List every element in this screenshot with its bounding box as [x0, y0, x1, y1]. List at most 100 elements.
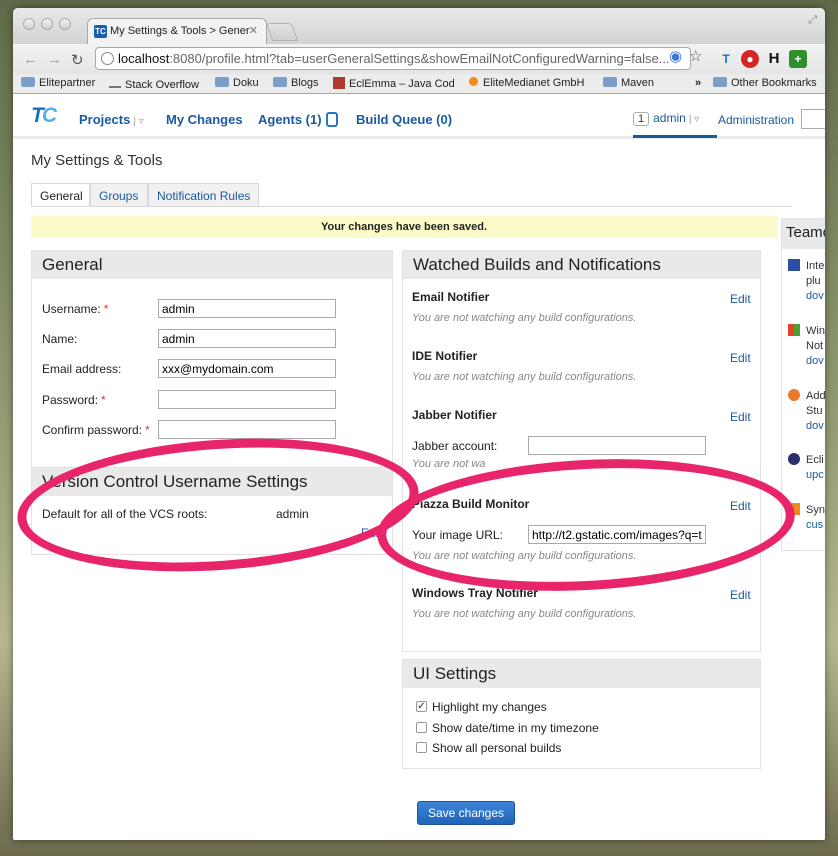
bookmark-doku[interactable]: Doku	[215, 77, 259, 89]
name-field[interactable]	[158, 329, 336, 348]
password-label: Password: *	[42, 393, 106, 407]
url-path: :8080/profile.html?tab=userGeneralSettin…	[169, 51, 670, 66]
username-label: Username: *	[42, 302, 109, 316]
user-dropdown-icon[interactable]: | ▿	[689, 114, 699, 125]
browser-toolbar: ← → ↻ localhost:8080/profile.html?tab=us…	[13, 44, 825, 74]
nav-projects[interactable]: Projects | ▿	[79, 112, 144, 127]
bookmark-star-icon[interactable]: ☆	[689, 47, 702, 65]
elitemedianet-icon	[469, 77, 478, 86]
jabber-notifier-edit-link[interactable]: Edit	[730, 410, 751, 424]
jabber-notifier-note: You are not wa	[412, 458, 486, 470]
image-url-label: Your image URL:	[412, 528, 503, 542]
h-extension-icon[interactable]: H	[765, 50, 783, 68]
side-customize-link[interactable]: cus	[788, 519, 823, 531]
user-menu[interactable]: 1 admin | ▿	[633, 111, 699, 126]
folder-icon	[713, 77, 727, 87]
nav-build-queue[interactable]: Build Queue (0)	[356, 112, 452, 127]
side-item-visual-studio: Add Stu dov	[788, 389, 825, 434]
confirm-password-field[interactable]	[158, 420, 336, 439]
new-tab-button[interactable]	[265, 23, 299, 41]
vcs-default-label: Default for all of the VCS roots:	[42, 507, 208, 521]
page-icon	[101, 52, 114, 65]
active-underline	[633, 135, 717, 138]
side-download-link[interactable]: dov	[788, 420, 824, 432]
other-bookmarks[interactable]: Other Bookmarks	[713, 77, 817, 89]
address-bar[interactable]: localhost:8080/profile.html?tab=userGene…	[95, 47, 691, 70]
ide-notifier-edit-link[interactable]: Edit	[730, 351, 751, 365]
jabber-account-field[interactable]	[528, 436, 706, 455]
agent-status-icon	[325, 112, 338, 127]
intellij-icon	[788, 259, 800, 271]
search-input[interactable]	[801, 109, 825, 129]
side-download-link[interactable]: dov	[788, 290, 824, 302]
ide-notifier-title: IDE Notifier	[412, 349, 478, 363]
saved-message: Your changes have been saved.	[31, 216, 777, 238]
windows-tray-edit-link[interactable]: Edit	[730, 588, 751, 602]
folder-icon	[273, 77, 287, 87]
vcs-edit-link[interactable]: Edit	[361, 526, 382, 540]
zoom-window-button[interactable]	[59, 18, 71, 30]
email-notifier-edit-link[interactable]: Edit	[730, 292, 751, 306]
side-item-eclipse: Ecli upc	[788, 453, 825, 483]
projects-dropdown-icon[interactable]: | ▿	[133, 116, 143, 127]
nav-agents[interactable]: Agents (1)	[258, 112, 338, 127]
side-item-syndication: Syn cus	[788, 503, 825, 533]
bookmark-eclemma[interactable]: EclEmma – Java Cod	[333, 77, 455, 90]
bookmark-stackoverflow[interactable]: Stack Overflow	[109, 77, 199, 91]
tabs-divider	[31, 206, 791, 207]
nav-my-changes[interactable]: My Changes	[166, 112, 243, 127]
more-bookmarks-chevron[interactable]: »	[695, 77, 701, 89]
reload-icon[interactable]: ↻	[71, 51, 84, 69]
jabber-notifier-title: Jabber Notifier	[412, 408, 497, 422]
username-field[interactable]	[158, 299, 336, 318]
folder-icon	[21, 77, 35, 87]
forward-icon[interactable]: →	[47, 51, 62, 68]
piazza-edit-link[interactable]: Edit	[730, 499, 751, 513]
tab-notification-rules[interactable]: Notification Rules	[148, 183, 259, 207]
teamcity-header: TC Projects | ▿ My Changes Agents (1) Bui…	[13, 95, 825, 139]
bookmark-elitemedianet[interactable]: EliteMedianet GmbH	[469, 77, 585, 89]
timezone-checkbox[interactable]	[416, 722, 427, 733]
personal-builds-label: Show all personal builds	[432, 741, 562, 755]
bookmark-elitepartner[interactable]: Elitepartner	[21, 77, 95, 89]
browser-window: TC My Settings & Tools > Gener ✕ ⤢ ← → ↻…	[13, 8, 825, 840]
windows-icon	[788, 324, 800, 336]
back-icon[interactable]: ←	[23, 51, 38, 68]
required-marker: *	[103, 302, 109, 316]
side-download-link[interactable]: dov	[788, 355, 824, 367]
close-window-button[interactable]	[23, 18, 35, 30]
personal-builds-checkbox[interactable]	[416, 742, 427, 753]
administration-link[interactable]: Administration	[718, 113, 794, 127]
password-field[interactable]	[158, 390, 336, 409]
bookmark-maven[interactable]: Maven	[603, 77, 654, 89]
teamcity-extension-icon[interactable]: T	[717, 50, 735, 68]
save-changes-button[interactable]: Save changes	[417, 801, 515, 825]
plus-extension-icon[interactable]: +	[789, 50, 807, 68]
timezone-label: Show date/time in my timezone	[432, 721, 599, 735]
browser-tab[interactable]: TC My Settings & Tools > Gener ✕	[87, 18, 267, 45]
bookmarks-bar: Elitepartner Stack Overflow Doku Blogs E…	[13, 74, 825, 94]
tab-general[interactable]: General	[31, 183, 90, 207]
jabber-account-label: Jabber account:	[412, 439, 498, 453]
piazza-note: You are not watching any build configura…	[412, 550, 637, 562]
fullscreen-icon[interactable]: ⤢	[808, 14, 817, 27]
vcs-default-value: admin	[276, 507, 309, 521]
user-count-badge: 1	[633, 112, 650, 126]
stackoverflow-icon	[109, 77, 121, 88]
side-item-windows: Win Not dov	[788, 324, 825, 369]
highlight-changes-checkbox[interactable]: ✓	[416, 701, 427, 712]
tab-close-icon[interactable]: ✕	[249, 24, 258, 37]
bookmark-blogs[interactable]: Blogs	[273, 77, 319, 89]
tab-groups[interactable]: Groups	[90, 183, 148, 207]
side-update-link[interactable]: upc	[788, 469, 824, 481]
title-bar: TC My Settings & Tools > Gener ✕ ⤢	[13, 8, 825, 45]
piazza-title: Piazza Build Monitor	[412, 497, 530, 511]
email-field[interactable]	[158, 359, 336, 378]
teamcity-logo-icon[interactable]: TC	[31, 104, 61, 132]
image-url-field[interactable]	[528, 525, 706, 544]
username-link[interactable]: admin	[653, 111, 686, 125]
minimize-window-button[interactable]	[41, 18, 53, 30]
search-engine-icon[interactable]: ◉	[669, 47, 682, 65]
stop-extension-icon[interactable]: ●	[741, 50, 759, 68]
windows-tray-title: Windows Tray Notifier	[412, 586, 538, 600]
